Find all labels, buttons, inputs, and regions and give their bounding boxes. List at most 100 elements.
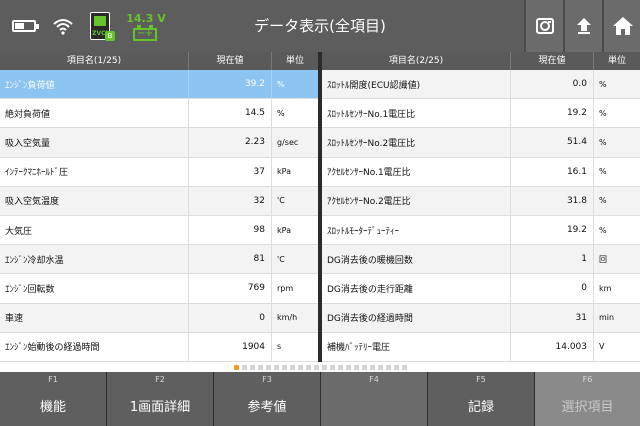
vehicle-voltage: 14.3 V − +: [126, 6, 166, 46]
row-name: ｲﾝﾃｰｸﾏﾆﾎｰﾙﾄﾞ圧: [0, 157, 189, 186]
f6-select-items-button[interactable]: F6 選択項目: [535, 372, 640, 426]
table-row[interactable]: 車速 0 km/h: [0, 303, 318, 333]
page-dot-active[interactable]: [233, 364, 239, 370]
column-header-unit: 単位: [285, 56, 304, 66]
row-value: 16.1: [511, 157, 594, 186]
page-dot[interactable]: [369, 364, 375, 370]
table-row[interactable]: ｴﾝｼﾞﾝ始動後の経過時間 1904 s: [0, 332, 318, 362]
table-row[interactable]: 大気圧 98 kPa: [0, 215, 318, 246]
page-dot[interactable]: [385, 364, 391, 370]
row-unit: 回: [599, 254, 607, 264]
table-header: 項目名(2/25) 現在値 単位: [322, 52, 640, 70]
page-dot[interactable]: [377, 364, 383, 370]
row-name: ｴﾝｼﾞﾝ負荷値: [0, 70, 189, 99]
row-name: DG消去後の暖機回数: [322, 245, 511, 274]
page-indicator[interactable]: [0, 362, 640, 372]
table-row[interactable]: ｴﾝｼﾞﾝ冷却水温 81 'C: [0, 245, 318, 275]
table-row[interactable]: ｲﾝﾃｰｸﾏﾆﾎｰﾙﾄﾞ圧 37 kPa: [0, 157, 318, 187]
row-value: 51.4: [511, 128, 594, 157]
table-row[interactable]: 吸入空気温度 32 'C: [0, 186, 318, 216]
page-dot[interactable]: [265, 364, 271, 370]
row-name: ｱｸｾﾙｾﾝｻｰNo.1電圧比: [322, 157, 511, 186]
table-row[interactable]: ｱｸｾﾙｾﾝｻｰNo.2電圧比 31.8%: [322, 186, 640, 216]
row-name: ｽﾛｯﾄﾙﾓｰﾀｰﾃﾞｭｰﾃｨｰ: [322, 215, 511, 245]
table-row[interactable]: ｴﾝｼﾞﾝ負荷値 39.2%: [0, 70, 318, 100]
page-dot[interactable]: [241, 364, 247, 370]
row-name: ｴﾝｼﾞﾝ回転数: [0, 274, 189, 303]
row-unit: %: [599, 79, 607, 89]
row-unit: g/sec: [277, 137, 299, 147]
fkey-number: F5: [476, 375, 486, 384]
page-dot[interactable]: [361, 364, 367, 370]
battery-icon: [12, 20, 39, 32]
page-dot[interactable]: [281, 364, 287, 370]
table-row[interactable]: ｽﾛｯﾄﾙﾓｰﾀｰﾃﾞｭｰﾃｨｰ 19.2%: [322, 215, 640, 246]
page-dot[interactable]: [273, 364, 279, 370]
page-dot[interactable]: [257, 364, 263, 370]
page-dot[interactable]: [353, 364, 359, 370]
f2-detail-button[interactable]: F2 1画面詳細: [107, 372, 214, 426]
page-dot[interactable]: [289, 364, 295, 370]
page-dot[interactable]: [249, 364, 255, 370]
f1-function-button[interactable]: F1 機能: [0, 372, 107, 426]
f5-record-button[interactable]: F5 記録: [428, 372, 535, 426]
row-unit: %: [599, 108, 607, 118]
table-row[interactable]: ｽﾛｯﾄﾙｾﾝｻｰNo.2電圧比 51.4%: [322, 128, 640, 158]
car-battery-plus: +: [144, 28, 153, 39]
page-dot[interactable]: [345, 364, 351, 370]
back-button[interactable]: [565, 0, 602, 52]
page-dot[interactable]: [393, 364, 399, 370]
row-name: 補機ﾊﾞｯﾃﾘｰ電圧: [322, 332, 511, 361]
table-row[interactable]: ｴﾝｼﾞﾝ回転数 769 rpm: [0, 274, 318, 304]
table-header: 項目名(1/25) 現在値 単位: [0, 52, 318, 70]
page-dot[interactable]: [297, 364, 303, 370]
row-name: ｱｸｾﾙｾﾝｻｰNo.2電圧比: [322, 186, 511, 215]
home-icon: [612, 17, 633, 35]
table-row[interactable]: 絶対負荷値 14.5%: [0, 99, 318, 129]
row-unit: km: [599, 283, 612, 293]
row-unit: min: [599, 313, 615, 323]
row-unit: %: [277, 108, 285, 118]
table-row[interactable]: ｽﾛｯﾄﾙｾﾝｻｰNo.1電圧比 19.2%: [322, 99, 640, 129]
table-row[interactable]: 補機ﾊﾞｯﾃﾘｰ電圧 14.003 V: [322, 332, 640, 362]
row-value: 37: [189, 157, 272, 186]
status-icons: ZVCI B 14.3 V − +: [12, 0, 166, 52]
row-unit: %: [599, 167, 607, 177]
zvci-icon: ZVCI B: [90, 12, 115, 41]
row-value: 14.5: [189, 99, 272, 128]
table-row[interactable]: 吸入空気量 2.23 g/sec: [0, 128, 318, 158]
f3-reference-button[interactable]: F3 参考値: [214, 372, 321, 426]
page-dot[interactable]: [305, 364, 311, 370]
upload-icon: [576, 18, 591, 34]
row-value: 0: [511, 274, 594, 303]
page-dot[interactable]: [401, 364, 407, 370]
row-value: 31.8: [511, 186, 594, 215]
page-dot[interactable]: [329, 364, 335, 370]
fkey-label: 選択項目: [561, 400, 614, 415]
fkey-number: F6: [582, 375, 593, 384]
row-unit: kPa: [277, 225, 291, 235]
table-row[interactable]: ｽﾛｯﾄﾙ開度(ECU認識値) 0.0%: [322, 70, 640, 100]
camera-icon: [535, 18, 554, 34]
screenshot-button[interactable]: [526, 0, 563, 52]
row-name: DG消去後の走行距離: [322, 274, 511, 303]
data-table-right: 項目名(2/25) 現在値 単位 ｽﾛｯﾄﾙ開度(ECU認識値) 0.0% ｽﾛｯ…: [322, 52, 640, 362]
row-unit: kPa: [277, 167, 291, 177]
page-dot[interactable]: [313, 364, 319, 370]
row-unit: %: [599, 196, 607, 206]
fkey-label: 1画面詳細: [129, 400, 191, 415]
row-value: 0.0: [511, 70, 594, 99]
table-row[interactable]: ｱｸｾﾙｾﾝｻｰNo.1電圧比 16.1%: [322, 157, 640, 187]
fkey-label: 参考値: [247, 400, 287, 415]
voltage-readout: 14.3 V: [126, 12, 166, 25]
row-value: 31: [511, 303, 594, 332]
table-row[interactable]: DG消去後の経過時間 31 min: [322, 303, 640, 333]
fkey-number: F1: [48, 375, 58, 384]
f4-empty-button: F4: [321, 372, 428, 426]
table-row[interactable]: DG消去後の暖機回数 1 回: [322, 245, 640, 275]
page-dot[interactable]: [321, 364, 327, 370]
home-button[interactable]: [604, 0, 640, 52]
table-row[interactable]: DG消去後の走行距離 0 km: [322, 274, 640, 304]
page-dot[interactable]: [337, 364, 343, 370]
column-header-value: 現在値: [511, 52, 594, 70]
